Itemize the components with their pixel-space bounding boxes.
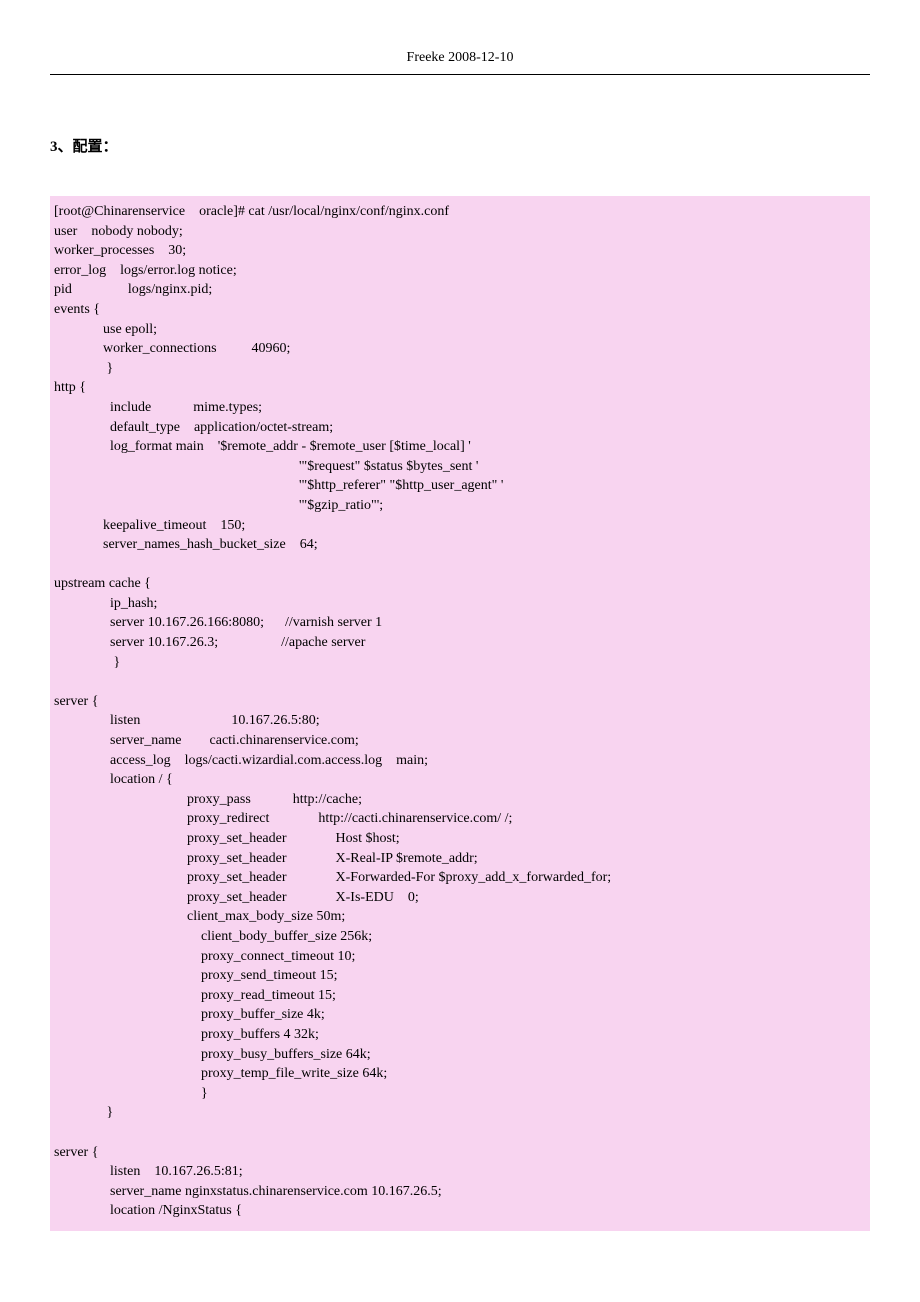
- config-code-block: [root@Chinarenservice oracle]# cat /usr/…: [50, 196, 870, 1231]
- section-title-text: 3、配置：: [50, 139, 118, 155]
- header-text: Freeke 2008-12-10: [407, 50, 514, 65]
- config-code: [root@Chinarenservice oracle]# cat /usr/…: [54, 204, 611, 1218]
- section-title: 3、配置：: [50, 135, 870, 156]
- page-header: Freeke 2008-12-10: [50, 50, 870, 75]
